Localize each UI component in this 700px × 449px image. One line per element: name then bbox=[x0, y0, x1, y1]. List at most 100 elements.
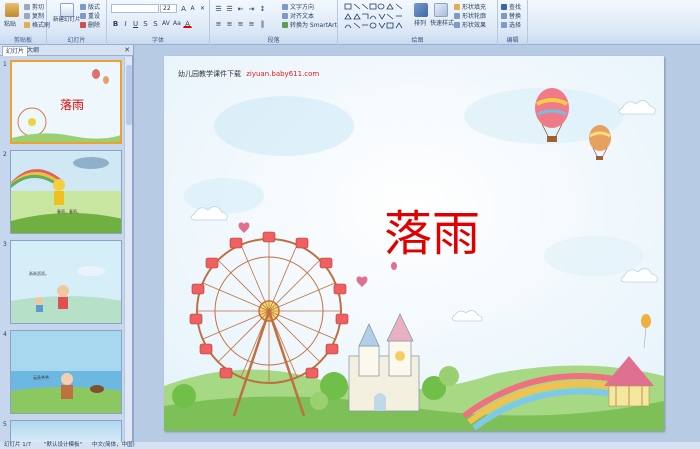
delete-slide-button[interactable]: 删除 bbox=[80, 20, 100, 29]
header-url[interactable]: ziyuan.baby611.com bbox=[246, 70, 319, 78]
copy-icon bbox=[24, 12, 30, 19]
slide-number: 1 bbox=[3, 61, 7, 68]
font-group: 22 A A ✕ B I U S S AV Aa A 字体 bbox=[107, 0, 210, 45]
layout-label: 版式 bbox=[88, 4, 101, 11]
layout-icon bbox=[80, 3, 86, 10]
line-spacing-button[interactable]: ↕ bbox=[258, 4, 267, 13]
status-language[interactable]: 中文(简体，中国) bbox=[92, 442, 135, 449]
copy-button[interactable]: 复制 bbox=[24, 11, 44, 20]
editing-group: 查找 替换 选择 编辑 bbox=[498, 0, 528, 45]
spacing-button[interactable]: AV bbox=[161, 19, 170, 28]
slide-header: 幼儿园教学课件下载 ziyuan.baby611.com bbox=[178, 69, 319, 79]
fill-bucket-icon bbox=[454, 3, 460, 10]
slide-thumbnail-4[interactable]: 云朵爷爷 bbox=[10, 330, 122, 414]
arrange-label: 排列 bbox=[414, 20, 427, 27]
scrollbar-thumb[interactable] bbox=[126, 65, 132, 125]
font-name-combo[interactable] bbox=[111, 4, 159, 13]
slides-group: 新建幻灯片 版式 重设 删除 幻灯片 bbox=[47, 0, 107, 45]
paste-button[interactable]: 粘贴 bbox=[4, 19, 16, 28]
replace-icon bbox=[501, 12, 507, 19]
new-slide-label: 新建幻灯片 bbox=[53, 17, 81, 23]
paragraph-group: ☰ ☰ ⇤ ⇥ ↕ ≡ ≡ ≡ ≡ ‖ 文字方向 对齐文本 转换为 SmartA… bbox=[210, 0, 338, 45]
shapes-gallery-icon[interactable] bbox=[344, 3, 404, 31]
shape-effects-label: 形状效果 bbox=[462, 22, 487, 29]
select-button[interactable]: 选择 bbox=[501, 20, 521, 29]
bullets-button[interactable]: ☰ bbox=[214, 4, 223, 13]
new-slide-button[interactable]: 新建幻灯片 bbox=[53, 17, 81, 23]
italic-button[interactable]: I bbox=[121, 19, 130, 28]
tab-outline[interactable]: 大纲 bbox=[24, 46, 42, 56]
find-label: 查找 bbox=[509, 4, 522, 11]
find-button[interactable]: 查找 bbox=[501, 2, 521, 11]
text-direction-label: 文字方向 bbox=[290, 4, 315, 11]
layout-button[interactable]: 版式 bbox=[80, 2, 100, 11]
replace-button[interactable]: 替换 bbox=[501, 11, 521, 20]
scissors-icon bbox=[24, 3, 30, 10]
paste-icon[interactable] bbox=[5, 3, 19, 17]
shape-effects-button[interactable]: 形状效果 bbox=[454, 20, 486, 29]
shape-fill-button[interactable]: 形状填充 bbox=[454, 2, 486, 11]
slide-thumbnail-1[interactable]: 落雨 bbox=[10, 60, 122, 144]
slide-number: 2 bbox=[3, 151, 7, 158]
thumb4-caption: 云朵爷爷 bbox=[33, 375, 49, 380]
align-center-button[interactable]: ≡ bbox=[225, 19, 234, 28]
paste-label: 粘贴 bbox=[4, 21, 17, 28]
increase-indent-button[interactable]: ⇥ bbox=[247, 4, 256, 13]
bold-button[interactable]: B bbox=[111, 19, 120, 28]
slide-thumbnail-2[interactable]: 春雨，春雨， bbox=[10, 150, 122, 234]
font-group-label: 字体 bbox=[151, 37, 164, 44]
reset-button[interactable]: 重设 bbox=[80, 11, 100, 20]
slide-number: 5 bbox=[3, 421, 7, 428]
slide-number: 4 bbox=[3, 331, 7, 338]
shadow-button[interactable]: S bbox=[151, 19, 160, 28]
pen-icon bbox=[454, 12, 460, 19]
slide-thumbnail-3[interactable]: 淅淅沥沥， bbox=[10, 240, 122, 324]
columns-button[interactable]: ‖ bbox=[258, 19, 267, 28]
slides-panel: 幻灯片 大纲 ✕ 1 落雨 2 春雨，春雨， 3 淅淅沥沥， 4 云朵爷爷 5 bbox=[0, 45, 133, 442]
paragraph-group-label: 段落 bbox=[267, 37, 280, 44]
shrink-font-button[interactable]: A bbox=[188, 4, 197, 13]
shape-outline-button[interactable]: 形状轮廓 bbox=[454, 11, 486, 20]
quick-styles-button[interactable]: 快速样式 bbox=[430, 18, 454, 27]
decrease-indent-button[interactable]: ⇤ bbox=[236, 4, 245, 13]
case-button[interactable]: Aa bbox=[172, 19, 181, 28]
justify-button[interactable]: ≡ bbox=[247, 19, 256, 28]
status-theme: "默认设计模板" bbox=[44, 442, 83, 448]
numbering-button[interactable]: ☰ bbox=[225, 4, 234, 13]
arrange-icon[interactable] bbox=[414, 3, 428, 17]
thumb3-caption: 淅淅沥沥， bbox=[29, 271, 49, 276]
font-size-combo[interactable]: 22 bbox=[160, 4, 177, 13]
select-label: 选择 bbox=[509, 22, 522, 29]
grow-font-button[interactable]: A bbox=[179, 4, 188, 13]
ribbon: 粘贴 剪切 复制 格式刷 剪贴板 新建幻灯片 版式 重设 删除 幻灯片 22 A… bbox=[0, 0, 700, 45]
header-text: 幼儿园教学课件下载 bbox=[178, 70, 241, 78]
new-slide-icon[interactable] bbox=[60, 3, 74, 17]
delete-icon bbox=[80, 21, 86, 28]
align-text-button[interactable]: 对齐文本 bbox=[282, 11, 314, 20]
underline-button[interactable]: U bbox=[131, 19, 140, 28]
shape-fill-label: 形状填充 bbox=[462, 4, 487, 11]
cut-label: 剪切 bbox=[32, 4, 45, 11]
current-slide[interactable]: 幼儿园教学课件下载 ziyuan.baby611.com 落雨 bbox=[164, 56, 664, 431]
smartart-label: 转换为 SmartArt bbox=[290, 22, 337, 29]
align-text-icon bbox=[282, 12, 288, 19]
align-left-button[interactable]: ≡ bbox=[214, 19, 223, 28]
strikethrough-button[interactable]: S bbox=[141, 19, 150, 28]
close-panel-icon[interactable]: ✕ bbox=[124, 46, 130, 54]
font-color-button[interactable]: A bbox=[183, 19, 192, 28]
slide-title[interactable]: 落雨 bbox=[384, 206, 480, 262]
thumb5-artwork bbox=[11, 421, 121, 442]
align-right-button[interactable]: ≡ bbox=[236, 19, 245, 28]
panel-scrollbar[interactable] bbox=[124, 57, 132, 442]
quick-styles-icon[interactable] bbox=[434, 3, 448, 17]
status-bar: 幻灯片 1/7 "默认设计模板" 中文(简体，中国) bbox=[0, 442, 700, 449]
smartart-button[interactable]: 转换为 SmartArt bbox=[282, 20, 337, 29]
arrange-button[interactable]: 排列 bbox=[414, 18, 426, 27]
clear-format-button[interactable]: ✕ bbox=[198, 4, 207, 13]
slide-thumbnail-5[interactable] bbox=[10, 420, 122, 442]
reset-icon bbox=[80, 12, 86, 19]
cut-button[interactable]: 剪切 bbox=[24, 2, 44, 11]
slides-group-label: 幻灯片 bbox=[67, 37, 86, 44]
text-direction-button[interactable]: 文字方向 bbox=[282, 2, 314, 11]
thumb3-artwork bbox=[11, 241, 121, 323]
